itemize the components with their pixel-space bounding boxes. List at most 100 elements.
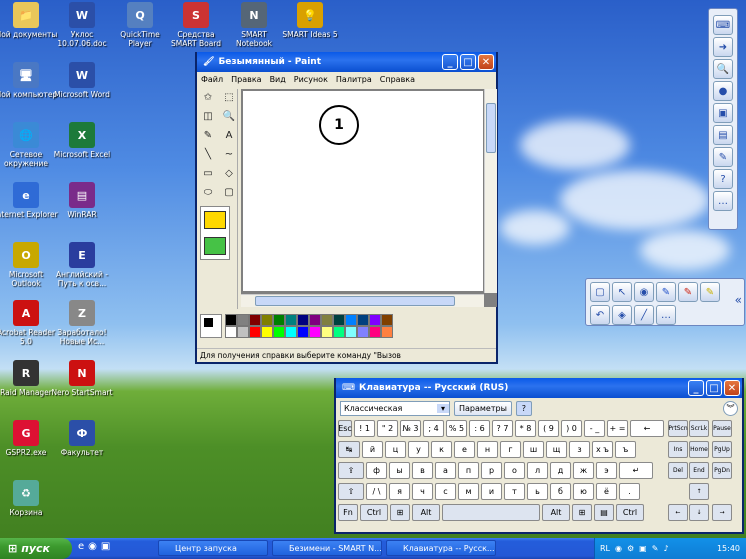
nav-key[interactable]: Ins [668,441,688,458]
key[interactable] [442,504,540,521]
key[interactable]: / \ [366,483,387,500]
key[interactable]: м [458,483,479,500]
key[interactable]: ж [573,462,594,479]
minimize-button[interactable]: _ [442,54,458,70]
key[interactable]: л [527,462,548,479]
paint-tool-icon[interactable]: ⬭ [200,184,216,200]
palette-color[interactable] [273,314,285,326]
key[interactable]: ф [366,462,387,479]
tray-icon-3[interactable]: ▣ [639,544,647,553]
key[interactable]: я [389,483,410,500]
key[interactable]: ! 1 [354,420,375,437]
desktop-shortcut[interactable]: E Английский - Путь к осв... [50,242,114,288]
key[interactable]: ↹ [338,441,360,458]
key[interactable]: г [500,441,521,458]
recorder-icon[interactable]: ● [713,81,733,101]
palette-color[interactable] [297,314,309,326]
key[interactable]: у [408,441,429,458]
eraser-icon[interactable]: ◈ [612,305,632,325]
paint-tool-icon[interactable]: ▢ [221,184,237,200]
key[interactable]: Alt [542,504,570,521]
horizontal-scrollbar[interactable] [241,294,484,307]
palette-color[interactable] [285,314,297,326]
paint-tool-icon[interactable]: ◇ [221,165,237,181]
undo-icon[interactable]: ↶ [590,305,610,325]
menu-item[interactable]: Рисунок [294,75,328,84]
desktop-quicklaunch-icon[interactable]: ▣ [101,541,110,552]
key[interactable]: № 3 [400,420,421,437]
paint-tool-icon[interactable]: ~ [221,146,237,162]
palette-color[interactable] [381,314,393,326]
kb-maximize-button[interactable]: □ [706,380,722,396]
desktop-shortcut[interactable]: S Средства SMART Board [164,2,228,48]
menu-item[interactable]: Правка [231,75,261,84]
key[interactable]: ⇧ [338,483,364,500]
key[interactable]: ⊞ [390,504,410,521]
menu-item[interactable]: Палитра [336,75,372,84]
task-smart-notebook[interactable]: Безимени - SMART N... [272,540,382,556]
key[interactable]: н [477,441,498,458]
nav-key[interactable]: ScrLk [689,420,709,437]
paint-tool-icon[interactable]: ✩ [200,89,216,105]
nav-key[interactable]: Home [689,441,709,458]
keyboard-titlebar[interactable]: ⌨ Клавиатура -- Русский (RUS) _ □ ✕ [336,378,742,398]
key[interactable]: п [458,462,479,479]
collapse-icon[interactable]: « [735,293,742,307]
nav-key[interactable]: End [689,462,709,479]
menu-item[interactable]: Файл [201,75,223,84]
key[interactable]: д [550,462,571,479]
palette-color[interactable] [237,314,249,326]
params-button[interactable]: Параметры [454,400,512,416]
menu-item[interactable]: Справка [380,75,415,84]
drawing-canvas[interactable]: 1 [243,91,483,291]
screen-shade-icon[interactable]: ▣ [713,103,733,123]
key[interactable]: ы [389,462,410,479]
desktop-shortcut[interactable]: Z Заработало! Новые Ис... [50,300,114,346]
key[interactable]: Fn [338,504,358,521]
key[interactable]: : 6 [469,420,490,437]
pen-icon[interactable]: ✎ [713,147,733,167]
palette-color[interactable] [261,314,273,326]
nav-key[interactable]: ← [668,504,688,521]
nav-key[interactable]: ↑ [689,483,709,500]
vertical-scrollbar[interactable] [484,89,497,293]
palette-color[interactable] [309,326,321,338]
palette-color[interactable] [369,314,381,326]
pen-red-icon[interactable]: ✎ [678,282,698,302]
nav-key[interactable]: → [712,504,732,521]
key[interactable]: - _ [584,420,605,437]
tray-icon-5[interactable]: ♪ [663,544,668,553]
key[interactable]: Ctrl [616,504,644,521]
palette-color[interactable] [297,326,309,338]
desktop-shortcut[interactable]: W Уклос 10.07.06.doc [50,2,114,48]
tray-icon-1[interactable]: ◉ [615,544,622,553]
more-icon[interactable]: … [713,191,733,211]
menu-item[interactable]: Вид [270,75,286,84]
palette-color[interactable] [237,326,249,338]
palette-color[interactable] [345,326,357,338]
palette-color[interactable] [261,326,273,338]
key[interactable]: к [431,441,452,458]
key[interactable]: ъ [615,441,636,458]
desktop-shortcut[interactable]: X Microsoft Excel [50,122,114,159]
palette-color[interactable] [369,326,381,338]
key[interactable]: + = [607,420,628,437]
palette-color[interactable] [285,326,297,338]
key[interactable]: с [435,483,456,500]
task-launch-center[interactable]: Центр запуска [158,540,268,556]
key[interactable]: Ctrl [360,504,388,521]
palette-color[interactable] [249,314,261,326]
palette-color[interactable] [321,326,333,338]
key[interactable]: Esc [338,420,352,437]
palette-color[interactable] [273,326,285,338]
help-icon[interactable]: ? [713,169,733,189]
keyboard-tool-icon[interactable]: ⌨ [713,15,733,35]
key[interactable]: ь [527,483,548,500]
key[interactable]: ч [412,483,433,500]
screen-capture-icon[interactable]: ▢ [590,282,610,302]
expand-icon[interactable]: ︾ [723,400,738,416]
palette-color[interactable] [321,314,333,326]
more-tools-icon[interactable]: … [656,305,676,325]
kb-help-button[interactable]: ? [515,400,532,416]
ie-quicklaunch-icon[interactable]: e [78,541,84,552]
